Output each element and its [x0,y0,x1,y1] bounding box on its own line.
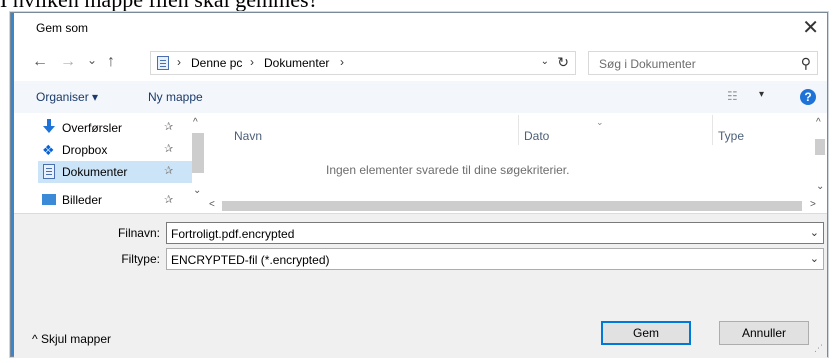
organize-button[interactable]: Organiser ▾ [36,90,98,104]
breadcrumb-separator[interactable]: › [250,55,254,69]
dialog-title: Gem som [36,21,89,35]
column-divider[interactable] [712,115,713,145]
question-caption: I hvilken mappe filen skal gemmes? [0,0,838,12]
filename-value: Fortroligt.pdf.encrypted [171,227,295,241]
file-list-vertical-scrollbar[interactable]: ^ ⌄ [813,113,827,201]
sort-indicator-icon: ⌄ [596,117,604,127]
refresh-icon[interactable]: ↻ [557,54,569,71]
download-icon [43,119,55,133]
document-icon [43,164,55,179]
pin-icon[interactable]: ✰ [164,164,173,177]
sidebar-item-pictures[interactable]: Billeder ✰ [42,187,192,209]
chevron-down-icon[interactable]: ⌄ [810,226,819,239]
browse-area: Overførsler ✰ ❖ Dropbox ✰ Dokumenter ✰ B… [14,113,827,213]
file-list-horizontal-scrollbar[interactable]: < > [206,199,827,213]
save-as-dialog: Gem som ✕ ← → ⌄ ↑ › Denne pc › Dokumente… [10,12,828,358]
close-icon[interactable]: ✕ [802,17,819,39]
column-header-name[interactable]: Navn [234,129,262,143]
view-dropdown-icon[interactable]: ▾ [759,89,764,100]
command-toolbar: Organiser ▾ Ny mappe ☷ ▾ ? [14,81,827,113]
cancel-button[interactable]: Annuller [719,321,809,345]
up-arrow-icon[interactable]: ↑ [107,53,115,71]
sidebar-item-label: Overførsler [62,121,122,135]
recent-locations-icon[interactable]: ⌄ [87,51,97,69]
scroll-down-icon[interactable]: ⌄ [816,181,824,192]
hide-folders-button[interactable]: ^ Skjul mapper [32,332,111,346]
filetype-value: ENCRYPTED-fil (*.encrypted) [171,253,330,267]
column-header-type[interactable]: Type [718,129,744,143]
navigation-bar: ← → ⌄ ↑ › Denne pc › Dokumenter › ⌄ ↻ Sø… [14,47,827,79]
file-list: Navn ⌄ Dato Type Ingen elementer svarede… [206,113,827,213]
breadcrumb-separator[interactable]: › [340,55,344,69]
scrollbar-thumb[interactable] [192,133,204,173]
filetype-select[interactable]: ENCRYPTED-fil (*.encrypted) ⌄ [166,248,824,270]
save-form: Filnavn: Fortroligt.pdf.encrypted ⌄ Filt… [14,213,827,358]
column-header-date[interactable]: Dato [524,129,549,143]
pin-icon[interactable]: ✰ [164,142,173,155]
sidebar-item-downloads[interactable]: Overførsler ✰ [42,117,192,139]
scrollbar-thumb[interactable] [815,139,825,155]
resize-grip-icon[interactable]: ⋰ [814,343,823,354]
sidebar-item-label: Dropbox [62,143,108,157]
scroll-left-icon[interactable]: < [209,199,215,210]
filename-field[interactable]: Fortroligt.pdf.encrypted ⌄ [166,222,824,244]
forward-arrow-icon[interactable]: → [60,53,76,71]
sidebar-scrollbar[interactable]: ^ ⌄ [192,113,204,213]
pictures-icon [42,194,56,205]
empty-state-message: Ingen elementer svarede til dine søgekri… [326,163,570,177]
pin-icon[interactable]: ✰ [164,193,173,206]
filetype-label: Filtype: [121,252,160,266]
dropbox-icon: ❖ [42,142,55,158]
scrollbar-thumb[interactable] [222,201,802,211]
sidebar-item-label: Billeder [62,193,103,207]
sidebar-item-label: Dokumenter [62,165,128,179]
save-button[interactable]: Gem [601,321,691,345]
title-bar: Gem som ✕ [14,13,827,45]
scroll-down-icon[interactable]: ⌄ [193,185,201,196]
breadcrumb-this-pc[interactable]: Denne pc [191,56,242,70]
chevron-down-icon[interactable]: ⌄ [810,252,819,265]
scroll-up-icon[interactable]: ^ [193,117,198,128]
search-placeholder: Søg i Dokumenter [599,57,696,71]
navigation-pane: Overførsler ✰ ❖ Dropbox ✰ Dokumenter ✰ B… [14,113,204,213]
view-options-icon[interactable]: ☷ [727,89,738,103]
sidebar-item-documents[interactable]: Dokumenter ✰ [38,161,192,183]
back-arrow-icon[interactable]: ← [32,53,48,71]
address-bar[interactable]: › Denne pc › Dokumenter › ⌄ ↻ [150,51,576,75]
search-icon[interactable]: ⚲ [801,55,811,72]
breadcrumb-documents[interactable]: Dokumenter [264,56,329,70]
help-icon[interactable]: ? [800,89,816,105]
column-divider[interactable] [518,115,519,145]
sidebar-item-dropbox[interactable]: ❖ Dropbox ✰ [42,139,192,161]
pin-icon[interactable]: ✰ [164,120,173,133]
filename-label: Filnavn: [117,226,160,240]
chevron-down-icon[interactable]: ⌄ [541,56,549,67]
breadcrumb-separator: › [177,55,181,69]
search-input[interactable]: Søg i Dokumenter ⚲ [588,51,818,75]
document-icon [157,56,169,70]
scroll-up-icon[interactable]: ^ [816,117,821,128]
new-folder-button[interactable]: Ny mappe [148,90,203,104]
scroll-right-icon[interactable]: > [810,199,816,210]
